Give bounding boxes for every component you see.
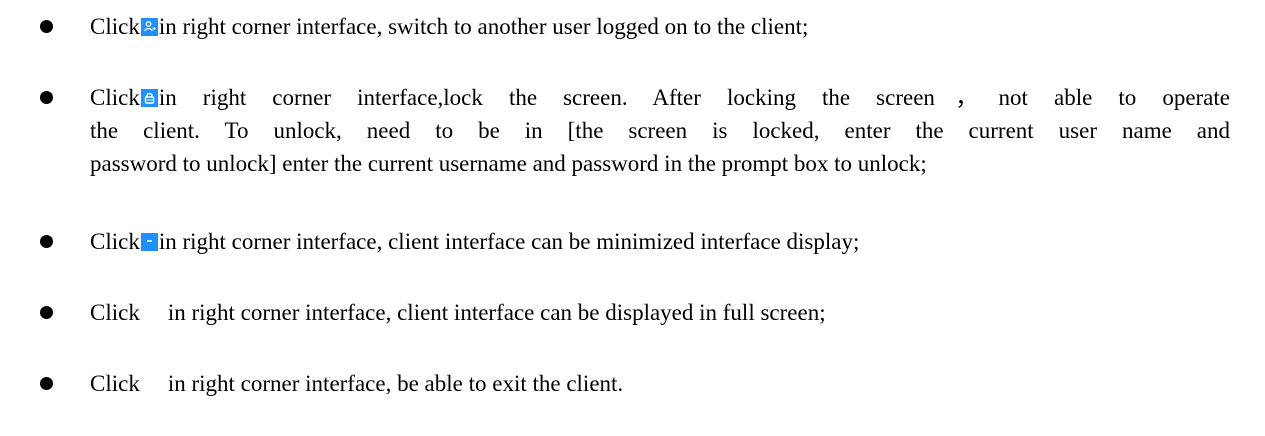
click-word: Click xyxy=(90,229,140,254)
item-description: in right corner interface, client interf… xyxy=(167,300,826,325)
switch-user-icon xyxy=(140,18,158,36)
list-item-text: Click in right corner interface, be able … xyxy=(90,367,1230,400)
bullet-list: Click in right corner interface, switch t… xyxy=(0,0,1265,436)
list-item-text: Click in right corner interface, switch t… xyxy=(90,10,1230,43)
item-description-line-2: the client. To unlock, need to be in [th… xyxy=(90,118,1230,143)
list-item-text: Click in right corner interface,lock the … xyxy=(90,81,1230,180)
item-description-line-1: Click in right corner interface,lock the … xyxy=(90,85,1230,110)
exit-icon xyxy=(141,375,167,393)
click-word: Click xyxy=(90,14,140,39)
item-description: in right corner interface, switch to ano… xyxy=(158,14,809,39)
click-word: Click xyxy=(90,85,140,110)
bullet-icon xyxy=(40,306,53,319)
minimize-icon xyxy=(140,233,158,251)
lock-icon xyxy=(140,89,158,107)
item-description: in right corner interface, client interf… xyxy=(158,229,860,254)
click-word: Click xyxy=(90,371,140,396)
fullscreen-icon xyxy=(141,304,167,322)
item-description-line-3: password to unlock] enter the current us… xyxy=(90,151,927,176)
bullet-icon xyxy=(40,235,53,248)
bullet-icon xyxy=(40,377,53,390)
item-description: in right corner interface, be able to ex… xyxy=(167,371,624,396)
list-item-text: Click in right corner interface, client i… xyxy=(90,296,1230,329)
bullet-icon xyxy=(40,20,53,33)
click-word: Click xyxy=(90,300,140,325)
list-item-text: Click in right corner interface, client i… xyxy=(90,225,1230,258)
bullet-icon xyxy=(40,91,53,104)
